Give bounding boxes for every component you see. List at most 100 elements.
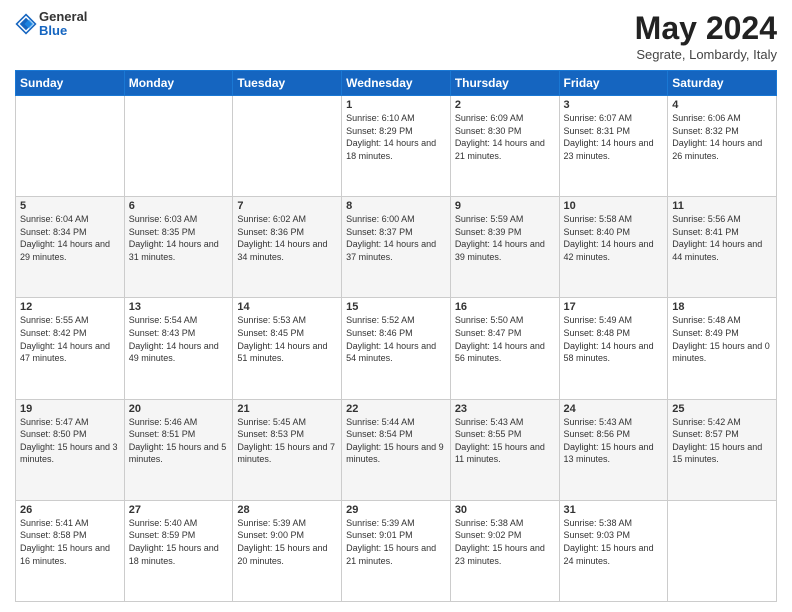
calendar-day-cell: 12Sunrise: 5:55 AM Sunset: 8:42 PM Dayli… xyxy=(16,298,125,399)
day-number: 31 xyxy=(564,504,664,516)
calendar-week-row: 19Sunrise: 5:47 AM Sunset: 8:50 PM Dayli… xyxy=(16,399,777,500)
day-number: 21 xyxy=(237,403,337,415)
calendar-day-cell: 4Sunrise: 6:06 AM Sunset: 8:32 PM Daylig… xyxy=(668,96,777,197)
day-number: 26 xyxy=(20,504,120,516)
title-block: May 2024 Segrate, Lombardy, Italy xyxy=(635,10,777,62)
day-info: Sunrise: 5:42 AM Sunset: 8:57 PM Dayligh… xyxy=(672,416,772,466)
day-info: Sunrise: 6:00 AM Sunset: 8:37 PM Dayligh… xyxy=(346,213,446,263)
day-info: Sunrise: 5:45 AM Sunset: 8:53 PM Dayligh… xyxy=(237,416,337,466)
day-info: Sunrise: 6:03 AM Sunset: 8:35 PM Dayligh… xyxy=(129,213,229,263)
calendar-day-cell: 21Sunrise: 5:45 AM Sunset: 8:53 PM Dayli… xyxy=(233,399,342,500)
day-info: Sunrise: 5:55 AM Sunset: 8:42 PM Dayligh… xyxy=(20,314,120,364)
calendar-day-cell: 23Sunrise: 5:43 AM Sunset: 8:55 PM Dayli… xyxy=(450,399,559,500)
day-info: Sunrise: 5:38 AM Sunset: 9:03 PM Dayligh… xyxy=(564,517,664,567)
day-info: Sunrise: 5:38 AM Sunset: 9:02 PM Dayligh… xyxy=(455,517,555,567)
weekday-header: Wednesday xyxy=(342,71,451,96)
day-info: Sunrise: 5:39 AM Sunset: 9:01 PM Dayligh… xyxy=(346,517,446,567)
calendar-day-cell: 1Sunrise: 6:10 AM Sunset: 8:29 PM Daylig… xyxy=(342,96,451,197)
day-info: Sunrise: 5:40 AM Sunset: 8:59 PM Dayligh… xyxy=(129,517,229,567)
day-info: Sunrise: 5:43 AM Sunset: 8:56 PM Dayligh… xyxy=(564,416,664,466)
calendar-day-cell: 3Sunrise: 6:07 AM Sunset: 8:31 PM Daylig… xyxy=(559,96,668,197)
calendar-week-row: 26Sunrise: 5:41 AM Sunset: 8:58 PM Dayli… xyxy=(16,500,777,601)
calendar-day-cell: 13Sunrise: 5:54 AM Sunset: 8:43 PM Dayli… xyxy=(124,298,233,399)
page: General Blue May 2024 Segrate, Lombardy,… xyxy=(0,0,792,612)
logo-icon xyxy=(15,13,37,35)
location: Segrate, Lombardy, Italy xyxy=(635,47,777,62)
day-info: Sunrise: 5:49 AM Sunset: 8:48 PM Dayligh… xyxy=(564,314,664,364)
calendar-day-cell: 2Sunrise: 6:09 AM Sunset: 8:30 PM Daylig… xyxy=(450,96,559,197)
day-number: 9 xyxy=(455,200,555,212)
day-number: 29 xyxy=(346,504,446,516)
calendar-day-cell xyxy=(233,96,342,197)
calendar-day-cell xyxy=(16,96,125,197)
day-number: 24 xyxy=(564,403,664,415)
day-number: 22 xyxy=(346,403,446,415)
day-info: Sunrise: 5:47 AM Sunset: 8:50 PM Dayligh… xyxy=(20,416,120,466)
weekday-header: Thursday xyxy=(450,71,559,96)
day-number: 6 xyxy=(129,200,229,212)
calendar-day-cell: 30Sunrise: 5:38 AM Sunset: 9:02 PM Dayli… xyxy=(450,500,559,601)
day-info: Sunrise: 6:06 AM Sunset: 8:32 PM Dayligh… xyxy=(672,112,772,162)
day-number: 20 xyxy=(129,403,229,415)
day-number: 15 xyxy=(346,301,446,313)
calendar-day-cell: 24Sunrise: 5:43 AM Sunset: 8:56 PM Dayli… xyxy=(559,399,668,500)
day-info: Sunrise: 6:02 AM Sunset: 8:36 PM Dayligh… xyxy=(237,213,337,263)
header: General Blue May 2024 Segrate, Lombardy,… xyxy=(15,10,777,62)
day-info: Sunrise: 6:04 AM Sunset: 8:34 PM Dayligh… xyxy=(20,213,120,263)
day-number: 14 xyxy=(237,301,337,313)
calendar-day-cell: 7Sunrise: 6:02 AM Sunset: 8:36 PM Daylig… xyxy=(233,197,342,298)
day-info: Sunrise: 6:07 AM Sunset: 8:31 PM Dayligh… xyxy=(564,112,664,162)
day-number: 30 xyxy=(455,504,555,516)
day-info: Sunrise: 5:56 AM Sunset: 8:41 PM Dayligh… xyxy=(672,213,772,263)
day-info: Sunrise: 5:53 AM Sunset: 8:45 PM Dayligh… xyxy=(237,314,337,364)
day-number: 3 xyxy=(564,99,664,111)
calendar-day-cell: 17Sunrise: 5:49 AM Sunset: 8:48 PM Dayli… xyxy=(559,298,668,399)
calendar-day-cell: 16Sunrise: 5:50 AM Sunset: 8:47 PM Dayli… xyxy=(450,298,559,399)
weekday-header: Tuesday xyxy=(233,71,342,96)
calendar-day-cell: 15Sunrise: 5:52 AM Sunset: 8:46 PM Dayli… xyxy=(342,298,451,399)
weekday-header: Friday xyxy=(559,71,668,96)
day-number: 23 xyxy=(455,403,555,415)
calendar-day-cell: 10Sunrise: 5:58 AM Sunset: 8:40 PM Dayli… xyxy=(559,197,668,298)
calendar-header-row: SundayMondayTuesdayWednesdayThursdayFrid… xyxy=(16,71,777,96)
day-number: 19 xyxy=(20,403,120,415)
day-number: 4 xyxy=(672,99,772,111)
calendar-table: SundayMondayTuesdayWednesdayThursdayFrid… xyxy=(15,70,777,602)
calendar-day-cell xyxy=(668,500,777,601)
day-number: 5 xyxy=(20,200,120,212)
day-number: 13 xyxy=(129,301,229,313)
weekday-header: Monday xyxy=(124,71,233,96)
day-number: 28 xyxy=(237,504,337,516)
calendar-day-cell: 22Sunrise: 5:44 AM Sunset: 8:54 PM Dayli… xyxy=(342,399,451,500)
month-title: May 2024 xyxy=(635,10,777,47)
day-number: 1 xyxy=(346,99,446,111)
day-info: Sunrise: 5:43 AM Sunset: 8:55 PM Dayligh… xyxy=(455,416,555,466)
day-info: Sunrise: 5:48 AM Sunset: 8:49 PM Dayligh… xyxy=(672,314,772,364)
calendar-day-cell: 28Sunrise: 5:39 AM Sunset: 9:00 PM Dayli… xyxy=(233,500,342,601)
logo-general: General xyxy=(39,10,87,24)
calendar-day-cell: 6Sunrise: 6:03 AM Sunset: 8:35 PM Daylig… xyxy=(124,197,233,298)
calendar-week-row: 1Sunrise: 6:10 AM Sunset: 8:29 PM Daylig… xyxy=(16,96,777,197)
calendar-day-cell: 29Sunrise: 5:39 AM Sunset: 9:01 PM Dayli… xyxy=(342,500,451,601)
calendar-day-cell: 11Sunrise: 5:56 AM Sunset: 8:41 PM Dayli… xyxy=(668,197,777,298)
day-info: Sunrise: 5:41 AM Sunset: 8:58 PM Dayligh… xyxy=(20,517,120,567)
day-number: 25 xyxy=(672,403,772,415)
day-number: 7 xyxy=(237,200,337,212)
calendar-day-cell: 31Sunrise: 5:38 AM Sunset: 9:03 PM Dayli… xyxy=(559,500,668,601)
day-number: 17 xyxy=(564,301,664,313)
day-number: 18 xyxy=(672,301,772,313)
day-info: Sunrise: 5:59 AM Sunset: 8:39 PM Dayligh… xyxy=(455,213,555,263)
calendar-day-cell: 27Sunrise: 5:40 AM Sunset: 8:59 PM Dayli… xyxy=(124,500,233,601)
day-info: Sunrise: 5:58 AM Sunset: 8:40 PM Dayligh… xyxy=(564,213,664,263)
day-info: Sunrise: 5:39 AM Sunset: 9:00 PM Dayligh… xyxy=(237,517,337,567)
day-info: Sunrise: 6:10 AM Sunset: 8:29 PM Dayligh… xyxy=(346,112,446,162)
calendar-day-cell: 14Sunrise: 5:53 AM Sunset: 8:45 PM Dayli… xyxy=(233,298,342,399)
logo: General Blue xyxy=(15,10,87,39)
day-number: 27 xyxy=(129,504,229,516)
day-info: Sunrise: 5:44 AM Sunset: 8:54 PM Dayligh… xyxy=(346,416,446,466)
day-number: 10 xyxy=(564,200,664,212)
calendar-day-cell: 26Sunrise: 5:41 AM Sunset: 8:58 PM Dayli… xyxy=(16,500,125,601)
calendar-week-row: 12Sunrise: 5:55 AM Sunset: 8:42 PM Dayli… xyxy=(16,298,777,399)
calendar-day-cell: 5Sunrise: 6:04 AM Sunset: 8:34 PM Daylig… xyxy=(16,197,125,298)
day-number: 11 xyxy=(672,200,772,212)
